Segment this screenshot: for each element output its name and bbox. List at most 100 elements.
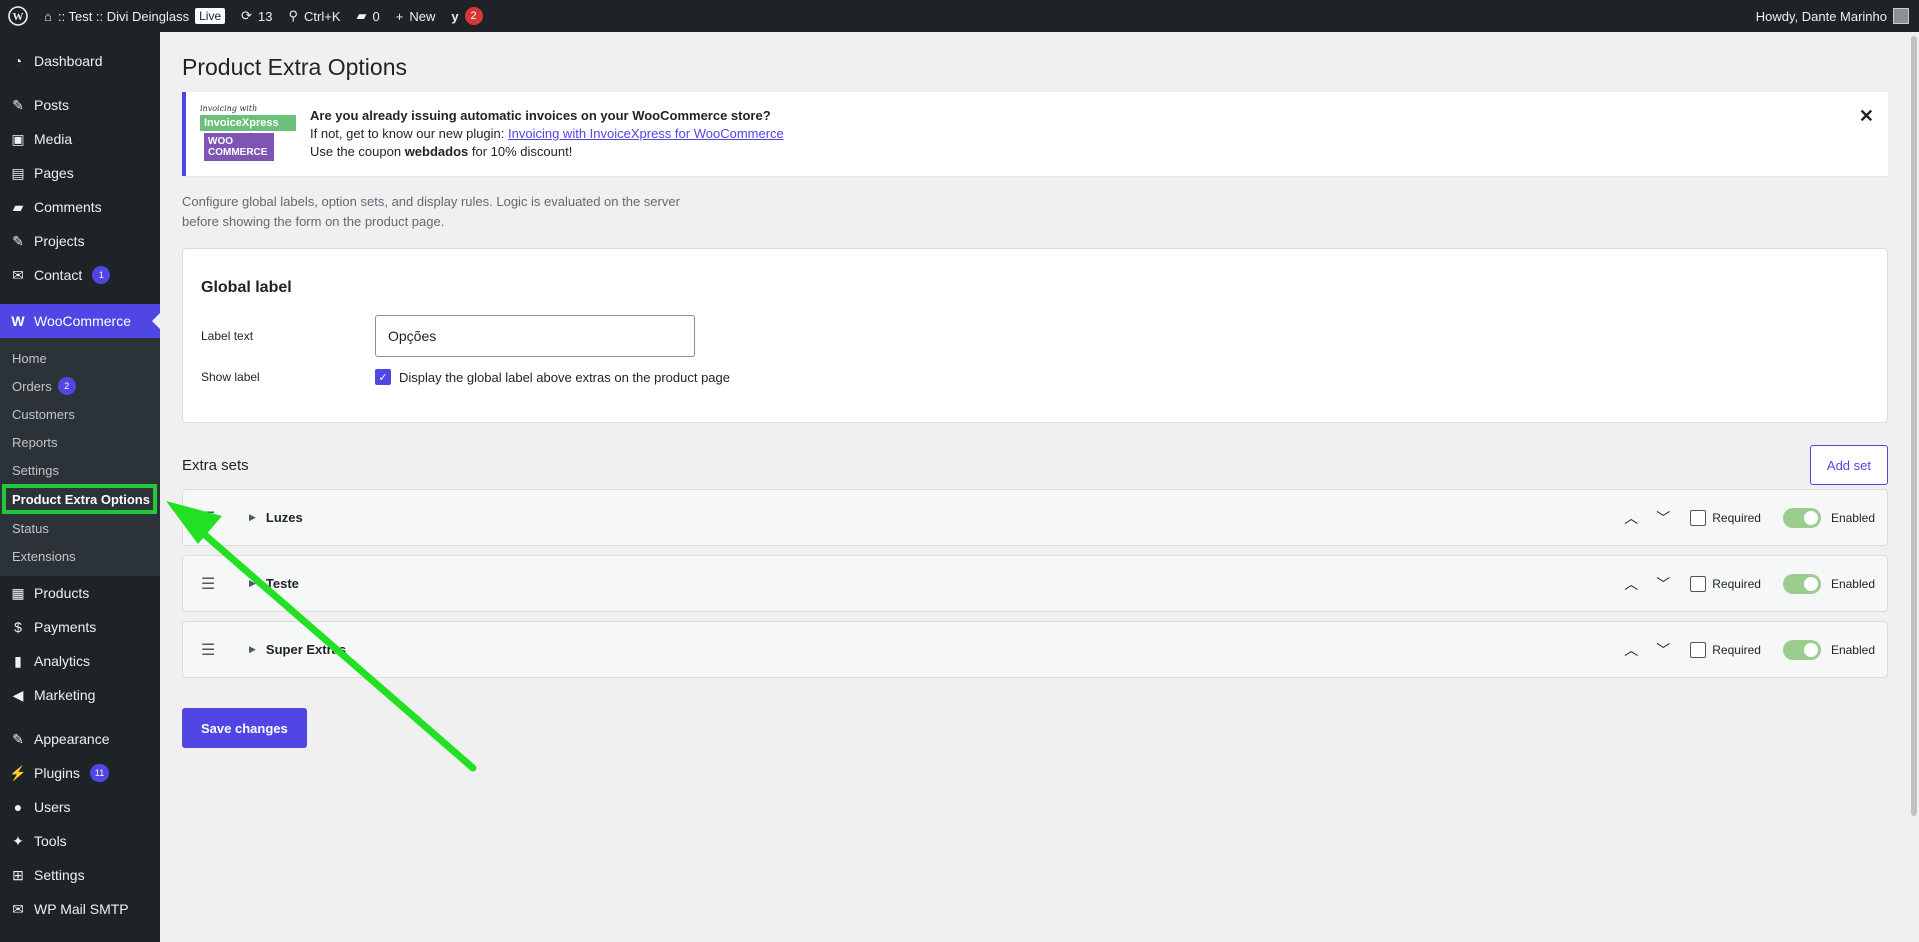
logo-name: InvoiceXpress <box>200 115 296 131</box>
plus-icon: + <box>395 8 404 24</box>
move-up-icon[interactable]: ︿ <box>1620 640 1642 660</box>
submenu-item-customers[interactable]: Customers <box>0 400 160 428</box>
move-up-icon[interactable]: ︿ <box>1620 574 1642 594</box>
required-toggle[interactable]: Required <box>1690 641 1761 658</box>
submenu-item-status[interactable]: Status <box>0 514 160 542</box>
drag-handle-icon[interactable]: ☰ <box>201 508 217 528</box>
extra-set-row[interactable]: ☰ ▶ Teste ︿ ﹀ Required Enabled <box>182 555 1888 612</box>
required-toggle[interactable]: Required <box>1690 509 1761 526</box>
submenu-label: Reports <box>12 434 58 450</box>
move-up-icon[interactable]: ︿ <box>1620 508 1642 528</box>
required-label: Required <box>1712 576 1761 591</box>
menu-item-pages[interactable]: ▤ Pages <box>0 156 160 190</box>
submenu-label: Home <box>12 350 47 366</box>
extra-set-name: Teste <box>265 576 299 591</box>
yoast-link[interactable]: y 2 <box>443 0 490 32</box>
show-label-checkbox[interactable]: ✓ <box>375 369 391 385</box>
submenu-item-orders[interactable]: Orders 2 <box>0 372 160 400</box>
add-set-button[interactable]: Add set <box>1809 445 1888 485</box>
submenu-item-product-extra-options[interactable]: Product Extra Options <box>2 484 157 514</box>
submenu-item-settings[interactable]: Settings <box>0 456 160 484</box>
orders-count-badge: 2 <box>57 377 76 395</box>
command-palette-link[interactable]: ⚲ Ctrl+K <box>281 0 349 32</box>
page-title: Product Extra Options <box>182 54 407 80</box>
my-account-link[interactable]: Howdy, Dante Marinho <box>1748 0 1919 32</box>
home-icon: ⌂ <box>44 8 52 24</box>
settings-icon: ⊞ <box>12 866 24 883</box>
menu-item-contact[interactable]: ✉ Contact 1 <box>0 258 160 292</box>
close-icon[interactable]: ✕ <box>1859 106 1874 127</box>
required-checkbox[interactable] <box>1690 509 1707 526</box>
menu-label: WP Mail SMTP <box>34 901 129 917</box>
enabled-label: Enabled <box>1830 642 1875 657</box>
menu-label: Dashboard <box>34 53 103 69</box>
required-toggle[interactable]: Required <box>1690 575 1761 592</box>
expand-caret-icon[interactable]: ▶ <box>249 512 256 523</box>
drag-handle-icon[interactable]: ☰ <box>201 574 217 594</box>
notice-line-2: If not, get to know our new plugin: Invo… <box>310 125 784 143</box>
move-down-icon[interactable]: ﹀ <box>1652 508 1674 528</box>
save-changes-button[interactable]: Save changes <box>182 708 307 748</box>
expand-caret-icon[interactable]: ▶ <box>249 644 256 655</box>
plugin-icon: ⚡ <box>9 764 27 781</box>
menu-item-appearance[interactable]: ✎ Appearance <box>0 722 160 756</box>
menu-label: Users <box>34 799 71 815</box>
extra-set-controls: ︿ ﹀ Required Enabled <box>1620 507 1875 528</box>
menu-item-woocommerce[interactable]: W WooCommerce <box>0 304 160 338</box>
pin-icon: ✎ <box>12 96 24 113</box>
menu-item-users[interactable]: ● Users <box>0 790 160 824</box>
required-checkbox[interactable] <box>1690 575 1707 592</box>
wrench-icon: ✦ <box>12 832 24 849</box>
menu-item-projects[interactable]: ✎ Projects <box>0 224 160 258</box>
menu-label: WooCommerce <box>34 313 131 329</box>
svg-text:W: W <box>13 11 24 23</box>
wordpress-logo-icon[interactable]: W <box>0 0 36 32</box>
submenu-item-extensions[interactable]: Extensions <box>0 542 160 570</box>
comments-link[interactable]: ▰ 0 <box>349 0 388 32</box>
submenu-label: Status <box>12 520 49 536</box>
menu-item-marketing[interactable]: ◀ Marketing <box>0 678 160 712</box>
menu-item-products[interactable]: ▦ Products <box>0 576 160 610</box>
submenu-item-reports[interactable]: Reports <box>0 428 160 456</box>
menu-label: Marketing <box>34 687 96 703</box>
menu-item-wp-mail-smtp[interactable]: ✉ WP Mail SMTP <box>0 892 160 926</box>
updates-link[interactable]: ⟳ 13 <box>233 0 280 32</box>
enabled-switch[interactable] <box>1782 507 1821 528</box>
menu-item-media[interactable]: ▣ Media <box>0 122 160 156</box>
new-content-link[interactable]: + New <box>388 0 444 32</box>
menu-item-dashboard[interactable]: ◔ Dashboard <box>0 44 160 78</box>
site-name-link[interactable]: ⌂ :: Test :: Divi Deinglass Live <box>36 0 233 32</box>
move-down-icon[interactable]: ﹀ <box>1652 640 1674 660</box>
menu-item-comments[interactable]: ▰ Comments <box>0 190 160 224</box>
page-scrollbar[interactable] <box>1909 32 1919 942</box>
extra-set-row[interactable]: ☰ ▶ Super Extras ︿ ﹀ Required Enabled <box>182 621 1888 678</box>
comments-count: 0 <box>372 8 380 24</box>
required-checkbox[interactable] <box>1690 641 1707 658</box>
menu-item-tools[interactable]: ✦ Tools <box>0 824 160 858</box>
submenu-label: Extensions <box>12 548 76 564</box>
menu-item-plugins[interactable]: ⚡ Plugins 11 <box>0 756 160 790</box>
scrollbar-thumb[interactable] <box>1911 36 1917 816</box>
menu-item-posts[interactable]: ✎ Posts <box>0 88 160 122</box>
enabled-switch[interactable] <box>1782 573 1821 594</box>
label-text-input[interactable]: Opções <box>375 315 695 357</box>
bar-chart-icon: ▮ <box>14 652 22 669</box>
expand-caret-icon[interactable]: ▶ <box>249 578 256 589</box>
live-badge: Live <box>195 8 226 24</box>
menu-item-analytics[interactable]: ▮ Analytics <box>0 644 160 678</box>
submenu-item-home[interactable]: Home <box>0 344 160 372</box>
drag-handle-icon[interactable]: ☰ <box>201 640 217 660</box>
menu-label: Analytics <box>34 653 91 669</box>
admin-sidebar: ◔ Dashboard ✎ Posts ▣ Media ▤ Pages ▰ Co… <box>0 32 160 942</box>
extra-set-row[interactable]: ☰ ▶ Luzes ︿ ﹀ Required Enabled <box>182 489 1888 546</box>
menu-label: Settings <box>34 867 85 883</box>
notice-text: Are you already issuing automatic invoic… <box>310 107 784 161</box>
move-down-icon[interactable]: ﹀ <box>1652 574 1674 594</box>
notice-line-2-prefix: If not, get to know our new plugin: <box>310 126 509 141</box>
menu-item-settings[interactable]: ⊞ Settings <box>0 858 160 892</box>
menu-item-payments[interactable]: $ Payments <box>0 610 160 644</box>
archive-icon: ▦ <box>11 584 25 601</box>
invoicexpress-plugin-link[interactable]: Invoicing with InvoiceXpress for WooComm… <box>508 126 784 141</box>
menu-label: Tools <box>34 833 67 849</box>
enabled-switch[interactable] <box>1782 639 1821 660</box>
